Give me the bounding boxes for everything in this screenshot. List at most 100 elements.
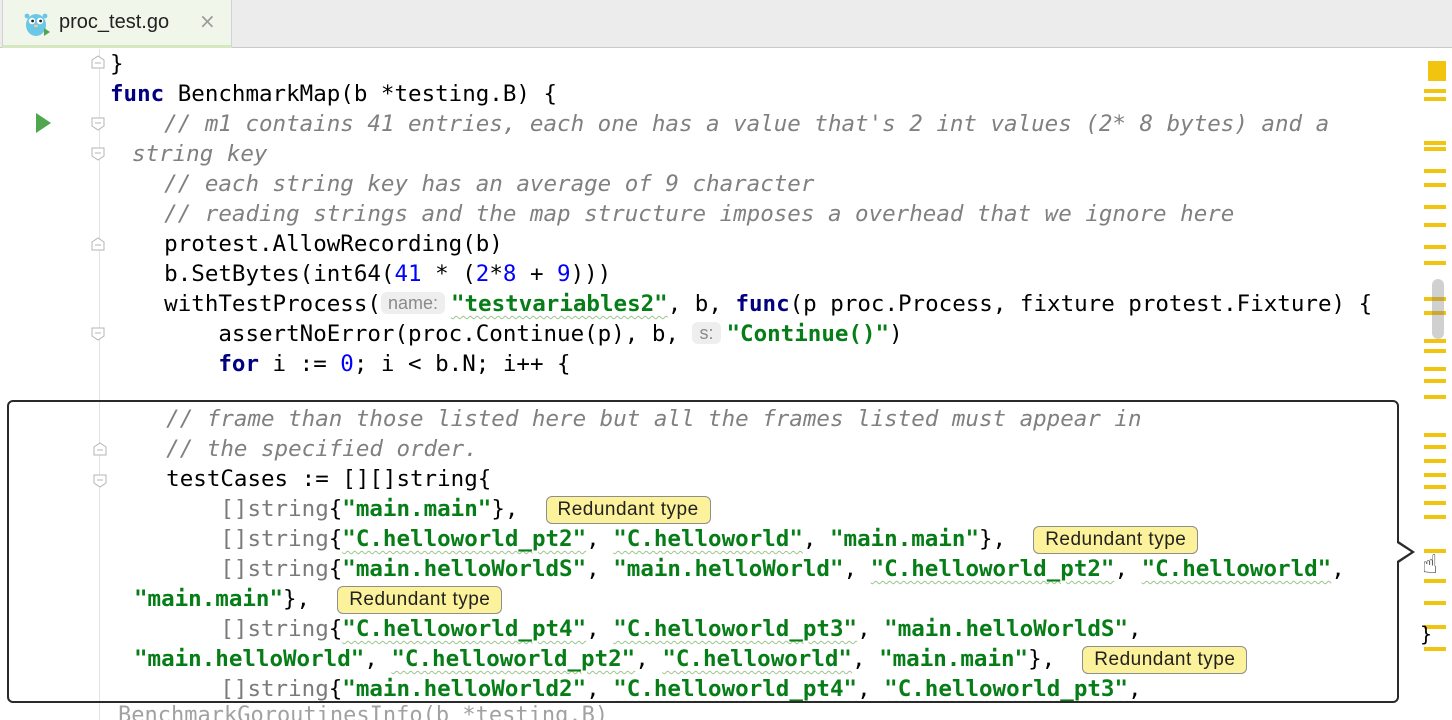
string-literal: "main.helloWorld" — [613, 556, 844, 582]
code-line[interactable]: []string{"main.helloWorld2", "C.hellowor… — [112, 674, 1141, 702]
warning-marker[interactable] — [1424, 339, 1446, 343]
code-line[interactable]: []string{"main.main"}, Redundant type — [112, 494, 711, 524]
redundant-type-hint[interactable]: Redundant type — [545, 496, 711, 524]
code-token: protest.AllowRecording(b) — [110, 231, 503, 257]
code-token: , — [802, 526, 830, 552]
tab-title: proc_test.go — [59, 11, 170, 33]
string-literal: "C.helloworld_pt4" — [613, 676, 858, 702]
warning-marker[interactable] — [1424, 261, 1446, 265]
redundant-type-hint[interactable]: Redundant type — [1033, 526, 1199, 554]
code-line[interactable]: b.SetBytes(int64(41 * (2*8 + 9))) — [110, 259, 611, 289]
code-line[interactable]: // the specified order. — [112, 434, 478, 464]
comment: // the specified order. — [112, 436, 478, 462]
code-line[interactable]: string key — [132, 139, 267, 169]
warning-marker[interactable] — [1424, 473, 1446, 477]
string-literal: "main.helloWorld2" — [342, 676, 587, 702]
code-token: { — [328, 556, 343, 582]
code-token: }, — [283, 586, 338, 612]
close-icon[interactable]: × — [199, 9, 216, 33]
fold-start-icon[interactable] — [91, 117, 105, 131]
redundant-type-hint[interactable]: Redundant type — [1082, 646, 1248, 674]
code-token: []string — [112, 526, 329, 552]
parameter-name-hint: name: — [380, 292, 445, 314]
fold-start-icon[interactable] — [93, 474, 107, 488]
code-line[interactable]: for i := 0; i < b.N; i++ { — [110, 349, 570, 379]
code-line[interactable]: withTestProcess(name: "testvariables2", b… — [110, 289, 1372, 319]
warning-marker[interactable] — [1424, 647, 1446, 651]
code-token: withTestProcess( — [110, 291, 381, 317]
string-literal: "testvariables2" — [450, 291, 668, 317]
code-line[interactable]: func BenchmarkMap(b *testing.B) { — [110, 79, 557, 109]
code-token: , b, — [667, 291, 736, 317]
warning-marker[interactable] — [1424, 245, 1446, 249]
warning-marker[interactable] — [1424, 601, 1446, 605]
parameter-name-hint: s: — [692, 322, 721, 344]
warning-marker[interactable] — [1424, 223, 1446, 227]
code-token: testCases := [][]string{ — [112, 466, 492, 492]
warning-marker[interactable] — [1424, 205, 1446, 209]
code-token: * — [489, 261, 503, 287]
code-line[interactable]: // reading strings and the map structure… — [110, 199, 1234, 229]
warning-marker[interactable] — [1424, 183, 1446, 187]
fold-end-icon[interactable] — [91, 55, 105, 69]
code-token: ) — [889, 321, 903, 347]
code-line[interactable]: []string{"C.helloworld_pt4", "C.hellowor… — [112, 614, 1142, 644]
warning-marker[interactable] — [1424, 445, 1446, 449]
warning-marker[interactable] — [1424, 395, 1446, 399]
code-line[interactable]: protest.AllowRecording(b) — [110, 229, 503, 259]
warning-marker[interactable] — [1424, 141, 1446, 145]
code-token: , — [586, 676, 614, 702]
code-line[interactable]: "main.helloWorld", "C.helloworld_pt2", "… — [134, 644, 1248, 674]
string-literal: "C.helloworld_pt2" — [391, 646, 636, 672]
tab-proc-test-go[interactable]: proc_test.go × — [2, 0, 232, 48]
code-line[interactable]: testCases := [][]string{ — [112, 464, 491, 494]
fold-start-icon[interactable] — [91, 147, 105, 161]
code-token: (p proc.Process, fixture protest.Fixture… — [789, 291, 1373, 317]
redundant-type-hint[interactable]: Redundant type — [337, 586, 503, 614]
code-line[interactable]: // m1 contains 41 entries, each one has … — [110, 109, 1329, 139]
warning-marker[interactable] — [1424, 147, 1446, 151]
code-line[interactable]: "main.main"}, Redundant type — [134, 584, 503, 614]
code-line[interactable]: []string{"C.helloworld_pt2", "C.hellowor… — [112, 524, 1199, 554]
code-line[interactable]: []string{"main.helloWorldS", "main.hello… — [112, 554, 1344, 584]
gopher-file-icon — [24, 13, 50, 36]
code-line[interactable]: assertNoError(proc.Continue(p), b, s: "Co… — [110, 319, 903, 349]
string-literal: "C.helloworld_pt2" — [342, 526, 587, 552]
string-literal: "main.main" — [134, 586, 284, 612]
warning-marker[interactable] — [1424, 515, 1446, 519]
code-token: , — [857, 676, 885, 702]
run-icon[interactable] — [36, 113, 51, 133]
hidden-code-line: BenchmarkGoroutinesInfo(b *testing.B) — [118, 703, 609, 720]
code-token: , — [586, 526, 614, 552]
error-stripe[interactable] — [1418, 49, 1452, 720]
warning-marker[interactable] — [1424, 379, 1446, 383]
string-literal: "main.main" — [879, 646, 1029, 672]
number-literal: 2 — [475, 261, 490, 287]
warning-marker[interactable] — [1424, 501, 1446, 505]
warning-marker[interactable] — [1424, 459, 1446, 463]
warning-marker[interactable] — [1428, 61, 1446, 81]
string-literal: "main.helloWorldS" — [342, 556, 587, 582]
warning-marker[interactable] — [1424, 485, 1446, 489]
warning-marker[interactable] — [1424, 169, 1446, 173]
warning-marker[interactable] — [1424, 433, 1446, 437]
scrollbar-thumb[interactable] — [1432, 279, 1444, 339]
code-token: assertNoError(proc.Continue(p), b, — [110, 321, 693, 347]
code-token: }, — [1028, 646, 1083, 672]
code-token: , — [586, 556, 614, 582]
code-line[interactable]: // frame than those listed here but all … — [112, 404, 1141, 434]
number-literal: 0 — [340, 351, 354, 377]
code-token: , — [1114, 556, 1142, 582]
fold-end-icon[interactable] — [93, 442, 107, 456]
code-line[interactable]: } — [110, 49, 124, 79]
warning-marker[interactable] — [1424, 89, 1446, 93]
code-line[interactable]: // each string key has an average of 9 c… — [110, 169, 814, 199]
number-literal: 41 — [394, 261, 422, 287]
code-token: , — [1128, 616, 1142, 642]
fold-start-icon[interactable] — [91, 327, 105, 341]
warning-marker[interactable] — [1424, 367, 1446, 371]
warning-marker[interactable] — [1424, 349, 1446, 353]
code-preview-popup: // frame than those listed here but all … — [7, 400, 1399, 703]
fold-end-icon[interactable] — [91, 237, 105, 251]
warning-marker[interactable] — [1424, 97, 1446, 101]
